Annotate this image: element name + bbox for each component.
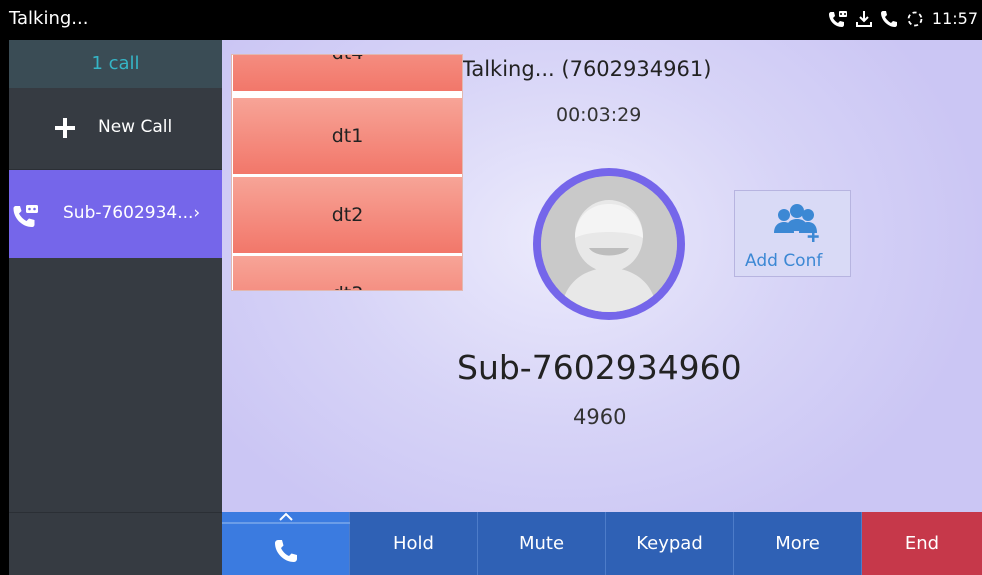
line-dropdown-list[interactable]: dt4 dt1 dt2 dt3 [231, 54, 463, 291]
status-bar: Talking... 11:57 [0, 0, 982, 40]
person-silhouette-icon [541, 176, 677, 312]
active-call-name: Sub-7602934... [63, 203, 194, 223]
dropdown-item[interactable]: dt2 [233, 177, 462, 253]
end-call-button[interactable]: End [862, 512, 982, 575]
status-icons: 11:57 [828, 9, 978, 28]
call-timer: 00:03:29 [556, 104, 642, 126]
add-conf-button[interactable]: Add Conf [734, 190, 851, 277]
mute-button[interactable]: Mute [478, 512, 606, 575]
active-call-label: Sub-7602934...› [63, 203, 200, 223]
caller-name: Sub-7602934960 [457, 348, 742, 387]
add-conf-label: Add Conf [745, 251, 823, 271]
download-icon [855, 10, 872, 27]
dropdown-item[interactable]: dt4 [233, 55, 462, 91]
call-status-title: Talking... (7602934961) [462, 57, 712, 81]
dropdown-item[interactable]: dt1 [233, 98, 462, 174]
sync-icon [907, 11, 923, 26]
avatar [541, 176, 677, 312]
phone-icon [274, 539, 297, 562]
chevron-up-icon [279, 512, 293, 521]
sidebar: 1 call New Call Sub-7602934...› [9, 40, 222, 575]
call-count: 1 call [9, 40, 222, 88]
chevron-right-icon: › [193, 203, 201, 223]
keypad-button[interactable]: Keypad [606, 512, 734, 575]
options-divider-line [222, 522, 350, 524]
hold-button[interactable]: Hold [350, 512, 478, 575]
sidebar-item-active-call[interactable]: Sub-7602934...› [9, 170, 222, 258]
active-call-phone-icon [13, 205, 38, 227]
call-options-button[interactable] [222, 512, 350, 575]
call-action-bar: Hold Mute Keypad More End [222, 512, 982, 575]
voicemail-phone-icon [828, 10, 847, 27]
new-call-label: New Call [98, 117, 173, 137]
phone-icon [880, 10, 897, 27]
dropdown-item[interactable]: dt3 [233, 256, 462, 290]
more-button[interactable]: More [734, 512, 862, 575]
status-title: Talking... [9, 8, 89, 29]
plus-icon [55, 118, 75, 138]
avatar-ring [533, 168, 685, 320]
caller-number: 4960 [573, 405, 627, 429]
status-time: 11:57 [931, 9, 978, 28]
sidebar-bottom-divider [9, 512, 222, 513]
new-call-button[interactable]: New Call [9, 88, 222, 170]
add-conference-icon [774, 204, 819, 242]
